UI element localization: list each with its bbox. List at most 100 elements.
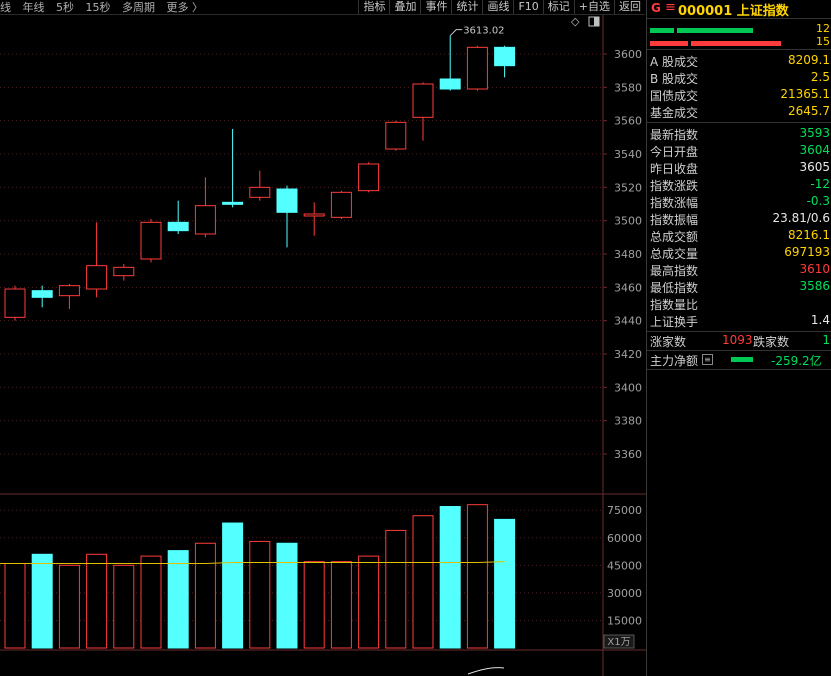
main-flow-value: -259.2亿 xyxy=(771,354,822,368)
quote-row: 今日开盘 3604 xyxy=(647,142,831,159)
volume-bar xyxy=(439,506,461,649)
candle-body xyxy=(466,46,488,90)
row-label: 指数涨幅 xyxy=(650,196,699,210)
volume-bar xyxy=(167,550,189,649)
mark-button[interactable]: 标记 xyxy=(542,0,574,14)
add-watchlist-button[interactable]: +自选 xyxy=(573,0,614,14)
turnover-row: A 股成交 8209.1 xyxy=(647,52,831,69)
menu-icon[interactable]: ≡ xyxy=(665,0,676,15)
row-value: 23.81/0.6 xyxy=(772,211,830,225)
candle-body xyxy=(222,201,244,205)
quote-row: 总成交量 697193 xyxy=(647,244,831,261)
candle-body xyxy=(303,213,325,217)
turnover-row: 国债成交 21365.1 xyxy=(647,86,831,103)
advance-decline-row: 涨家数 1093 跌家数 1 xyxy=(647,332,831,351)
volume-bar xyxy=(330,561,352,649)
price-tick-label: 3420 xyxy=(614,348,642,361)
back-button[interactable]: 返回 xyxy=(614,0,645,14)
row-value: -12 xyxy=(810,177,830,191)
row-label: A 股成交 xyxy=(650,55,699,69)
candle-body xyxy=(113,266,135,277)
candle-body xyxy=(86,265,108,290)
turnover-row: B 股成交 2.5 xyxy=(647,69,831,86)
quote-row: 总成交额 8216.1 xyxy=(647,227,831,244)
panel-header: G ≡ 000001 上证指数 xyxy=(647,0,831,19)
volume-bar xyxy=(385,529,407,649)
volume-bar xyxy=(222,522,244,649)
row-label: 总成交额 xyxy=(650,230,699,244)
panel-toggle-icon-fill xyxy=(594,17,599,26)
kline-chart[interactable]: 3360 3380 3400 3420 3440 3460 3480 3500 3520 3540… xyxy=(0,0,646,676)
row-value: 697193 xyxy=(784,245,830,259)
row-value: 2.5 xyxy=(810,70,830,84)
period-item[interactable]: 线 xyxy=(0,1,11,14)
volume-bar xyxy=(276,542,298,649)
quote-panel: G ≡ 000001 上证指数 12 15 A 股成交 8209.1 B 股成交 2… xyxy=(646,0,831,676)
overlay-button[interactable]: 叠加 xyxy=(389,0,420,14)
quote-row: 上证换手 1.4 xyxy=(647,312,831,329)
candle-body xyxy=(494,46,516,67)
ratio-bar-up-a xyxy=(650,28,674,33)
event-button[interactable]: 事件 xyxy=(420,0,451,14)
candle-body xyxy=(439,78,461,90)
row-label: 指数涨跌 xyxy=(650,179,699,193)
row-label: 总成交量 xyxy=(650,247,699,261)
price-tick-label: 3580 xyxy=(614,81,642,94)
quote-row: 指数涨幅 -0.3 xyxy=(647,193,831,210)
row-value: 3604 xyxy=(799,143,830,157)
candle-body xyxy=(249,186,271,198)
period-item[interactable]: 多周期 xyxy=(122,1,155,14)
volume-tick-label: 15000 xyxy=(607,614,642,627)
volume-bar xyxy=(412,515,434,649)
price-tick-label: 3480 xyxy=(614,248,642,261)
ratio-bars: 12 15 xyxy=(647,19,831,50)
group-label[interactable]: G xyxy=(651,1,661,15)
volume-bar xyxy=(303,561,325,649)
period-item[interactable]: 15秒 xyxy=(86,1,111,14)
period-item[interactable]: 年线 xyxy=(23,1,45,14)
candle-body xyxy=(194,205,216,235)
draw-line-button[interactable]: 画线 xyxy=(482,0,513,14)
volume-bar xyxy=(4,562,26,649)
quote-row: 指数量比 xyxy=(647,295,831,312)
more-periods-button[interactable]: 更多 〉 xyxy=(167,1,204,14)
row-value: 3586 xyxy=(799,279,830,293)
row-label: 今日开盘 xyxy=(650,145,699,159)
turnover-row: 基金成交 2645.7 xyxy=(647,103,831,120)
diamond-icon[interactable]: ◇ xyxy=(571,15,580,28)
period-item[interactable]: 5秒 xyxy=(56,1,74,14)
quote-section: 最新指数 3593 今日开盘 3604 昨日收盘 3605 指数涨跌 -12 指数涨幅 -… xyxy=(647,123,831,332)
quote-row: 最新指数 3593 xyxy=(647,125,831,142)
row-value: 21365.1 xyxy=(780,87,830,101)
price-tick-label: 3360 xyxy=(614,448,642,461)
price-tick-label: 3600 xyxy=(614,48,642,61)
quote-row: 昨日收盘 3605 xyxy=(647,159,831,176)
tool-buttons: 指标 叠加 事件 统计 画线 F10 标记 +自选 返回 xyxy=(358,0,645,14)
price-tick-label: 3540 xyxy=(614,148,642,161)
volume-tick-label: 60000 xyxy=(607,532,642,545)
volume-bar xyxy=(86,553,108,649)
quote-row: 最低指数 3586 xyxy=(647,278,831,295)
price-tick-label: 3400 xyxy=(614,381,642,394)
row-value: 1.4 xyxy=(810,313,830,327)
volume-bar xyxy=(494,518,516,649)
turnover-section: A 股成交 8209.1 B 股成交 2.5 国债成交 21365.1 基金成交 264… xyxy=(647,50,831,123)
row-label: B 股成交 xyxy=(650,72,699,86)
candle-body xyxy=(412,83,434,118)
chart-toolbar: 线 年线 5秒 15秒 多周期 更多 〉 指标 叠加 事件 统计 画线 F10 … xyxy=(0,0,645,15)
row-value: 8209.1 xyxy=(788,53,830,67)
ratio-up-value: 12 xyxy=(816,22,830,35)
down-count-label: 跌家数 xyxy=(753,335,790,349)
volume-bar xyxy=(358,555,380,649)
volume-bar xyxy=(31,553,53,649)
main-flow-row: 主力净额 ≡ -259.2亿 xyxy=(647,351,831,370)
info-icon[interactable]: ≡ xyxy=(702,354,713,365)
ratio-down-value: 15 xyxy=(816,35,830,48)
indicator-button[interactable]: 指标 xyxy=(358,0,389,14)
f10-button[interactable]: F10 xyxy=(513,0,542,14)
stats-button[interactable]: 统计 xyxy=(451,0,482,14)
price-tick-label: 3520 xyxy=(614,181,642,194)
price-tick-label: 3460 xyxy=(614,281,642,294)
price-tick-label: 3380 xyxy=(614,415,642,428)
up-count-value: 1093 xyxy=(722,333,753,347)
